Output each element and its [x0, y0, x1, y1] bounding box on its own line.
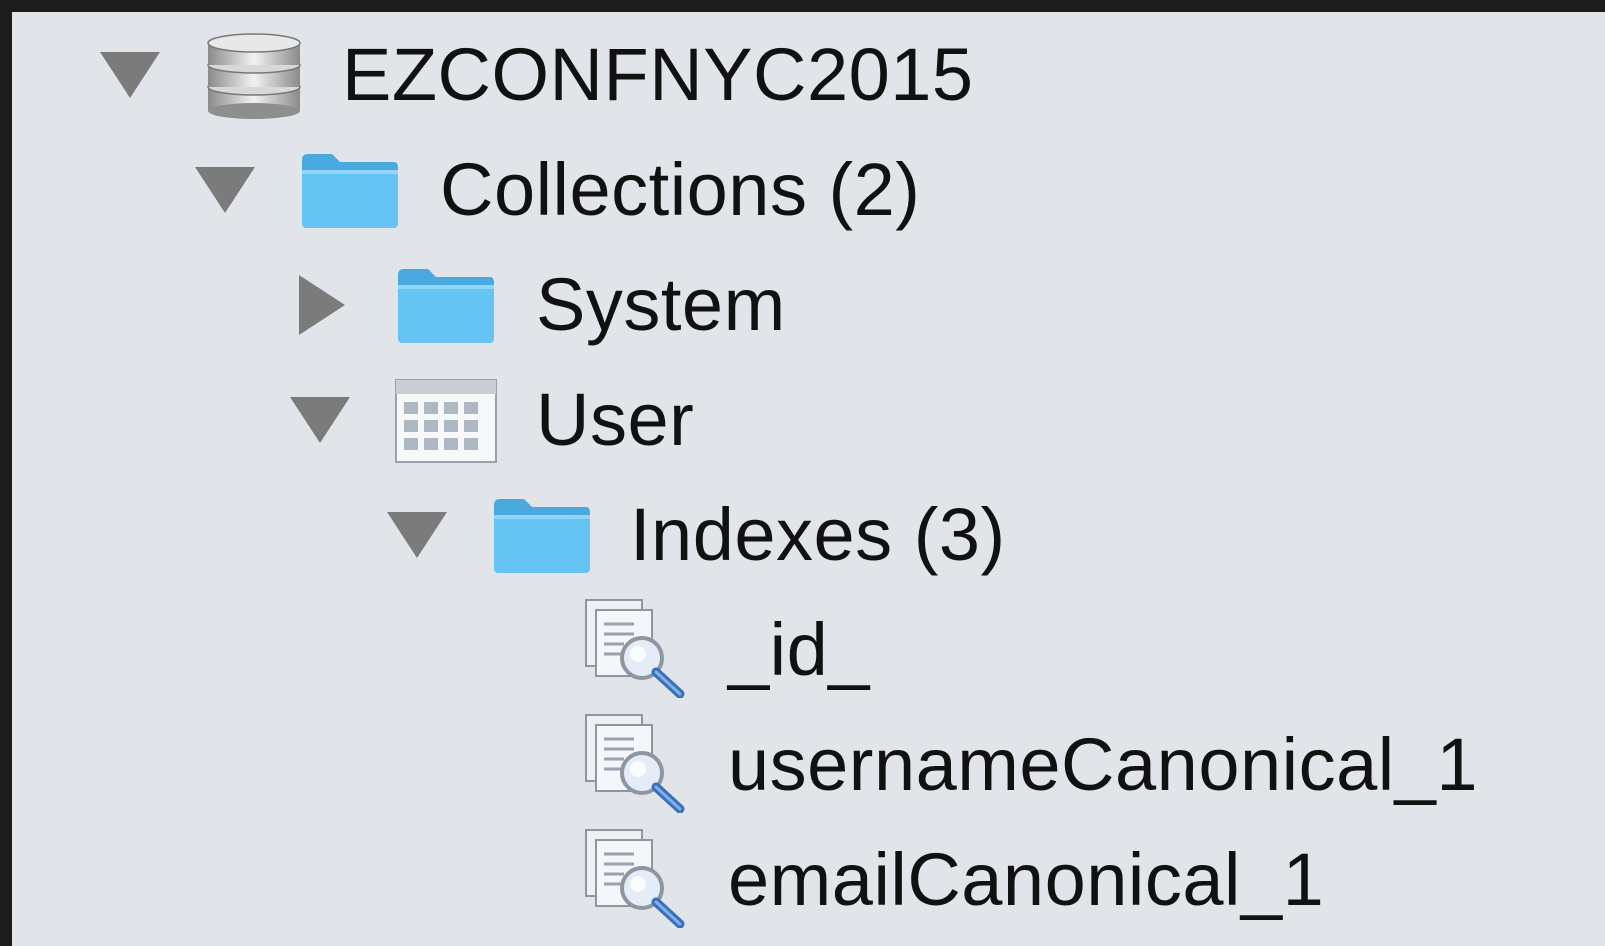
- table-icon: [395, 379, 497, 463]
- index-icon: [585, 599, 685, 698]
- tree-row-indexes[interactable]: Indexes (3): [12, 477, 1605, 593]
- tree-row-user[interactable]: User: [12, 362, 1605, 478]
- system-label: System: [536, 263, 786, 346]
- index-label: usernameCanonical_1: [728, 723, 1478, 806]
- tree-row-system[interactable]: System: [12, 247, 1605, 363]
- index-icon: [585, 829, 685, 928]
- folder-icon: [398, 269, 494, 343]
- outline-tree: EZCONFNYC2015 Collections (2) System Use…: [12, 12, 1605, 946]
- tree-row-collections[interactable]: Collections (2): [12, 132, 1605, 248]
- user-label: User: [536, 378, 695, 461]
- folder-icon: [302, 154, 398, 228]
- disclosure-triangle-expanded[interactable]: [290, 390, 350, 450]
- window-frame-left: [0, 0, 12, 946]
- index-label: emailCanonical_1: [728, 838, 1325, 921]
- window-frame-top: [0, 0, 1605, 12]
- index-icon: [585, 714, 685, 813]
- tree-row-index[interactable]: usernameCanonical_1: [12, 707, 1605, 823]
- disclosure-triangle-expanded[interactable]: [387, 505, 447, 565]
- disclosure-triangle-collapsed[interactable]: [292, 275, 352, 335]
- database-label: EZCONFNYC2015: [342, 33, 974, 116]
- disclosure-triangle-expanded[interactable]: [100, 45, 160, 105]
- database-icon: [207, 33, 301, 119]
- folder-icon: [494, 499, 590, 573]
- disclosure-triangle-expanded[interactable]: [195, 160, 255, 220]
- collections-label: Collections (2): [440, 148, 921, 231]
- tree-row-database[interactable]: EZCONFNYC2015: [12, 17, 1605, 133]
- index-label: _id_: [728, 608, 870, 691]
- tree-row-index[interactable]: emailCanonical_1: [12, 822, 1605, 938]
- indexes-label: Indexes (3): [630, 493, 1006, 576]
- tree-row-index[interactable]: _id_: [12, 592, 1605, 708]
